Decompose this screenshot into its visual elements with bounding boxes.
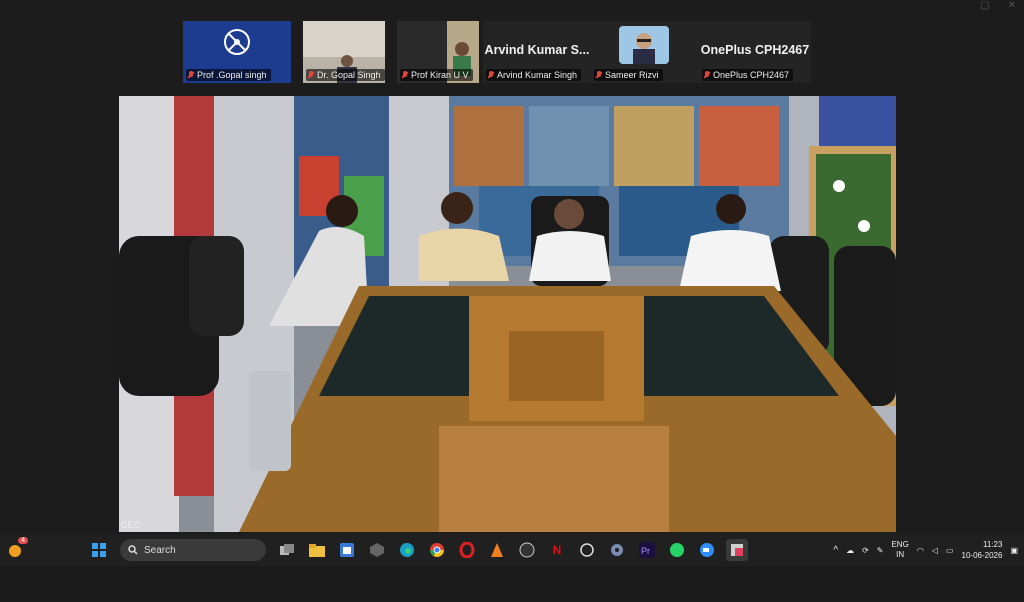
participant-name-label: Prof Kiran U V <box>400 69 473 81</box>
obs-icon[interactable] <box>516 539 538 561</box>
mic-muted-icon <box>188 71 194 79</box>
date-label: 10-06-2026 <box>961 551 1003 560</box>
participant-display-name: Arvind Kumar S... <box>484 43 590 57</box>
language-indicator[interactable]: ENG IN <box>891 540 908 560</box>
participant-name-label: Prof .Gopal singh <box>186 69 271 81</box>
system-tray: ^ ☁ ⟳ ✎ ENG IN ◠ ◁ ▭ 11:23 10-06-2026 ▣ <box>833 534 1018 566</box>
participant-name-label: OnePlus CPH2467 <box>702 69 794 81</box>
cloud-icon[interactable]: ☁ <box>846 546 854 555</box>
battery-icon[interactable]: ▭ <box>946 546 954 555</box>
chatgpt-icon[interactable] <box>576 539 598 561</box>
mic-muted-icon <box>308 71 314 79</box>
snipping-tool-icon[interactable] <box>726 539 748 561</box>
settings-icon[interactable] <box>606 539 628 561</box>
video-watermark: CEC <box>121 520 141 530</box>
taskbar: 4 Search N Pr ^ ☁ ⟳ ✎ ENG IN ◠ ◁ ▭ 11:23… <box>0 534 1024 566</box>
edge-icon[interactable] <box>396 539 418 561</box>
netflix-icon[interactable]: N <box>546 539 568 561</box>
participant-tile[interactable]: Arvind Kumar S... Arvind Kumar Singh <box>483 21 591 83</box>
start-icon[interactable] <box>88 539 110 561</box>
participant-tile[interactable]: Dr. Gopal Singh <box>303 21 385 83</box>
mic-muted-icon <box>488 71 494 79</box>
mic-muted-icon <box>704 71 710 79</box>
participant-name-label: Sameer Rizvi <box>594 69 663 81</box>
clock[interactable]: 11:23 10-06-2026 <box>962 539 1003 561</box>
participant-tile[interactable]: OnePlus CPH2467 OnePlus CPH2467 <box>699 21 811 83</box>
restore-icon[interactable]: ▢ <box>980 0 989 11</box>
participant-name-label: Arvind Kumar Singh <box>486 69 582 81</box>
vlc-icon[interactable] <box>486 539 508 561</box>
bottom-area <box>0 566 1024 602</box>
participant-tile[interactable]: Prof Kiran U V <box>397 21 479 83</box>
participant-tile[interactable]: Prof .Gopal singh <box>183 21 291 83</box>
file-explorer-icon[interactable] <box>306 539 328 561</box>
search-box[interactable]: Search <box>120 539 266 561</box>
zoom-icon[interactable] <box>696 539 718 561</box>
search-placeholder: Search <box>144 544 176 556</box>
participant-tile[interactable]: Sameer Rizvi <box>591 21 699 83</box>
task-view-icon[interactable] <box>276 539 298 561</box>
window-controls: ▢ ✕ <box>980 0 1016 11</box>
search-icon <box>128 545 138 555</box>
close-icon[interactable]: ✕ <box>1008 0 1016 11</box>
premiere-icon[interactable]: Pr <box>636 539 658 561</box>
notification-badge: 4 <box>18 537 28 544</box>
notifications-icon[interactable]: ▣ <box>1010 546 1018 555</box>
chevron-up-icon[interactable]: ^ <box>833 545 838 556</box>
chrome-icon[interactable] <box>426 539 448 561</box>
participant-name-label: Dr. Gopal Singh <box>306 69 385 81</box>
participant-strip: Prof .Gopal singh Dr. Gopal Singh Prof K… <box>183 21 811 83</box>
svg-text:Pr: Pr <box>641 546 650 556</box>
whatsapp-icon[interactable] <box>666 539 688 561</box>
studio-scene <box>119 96 896 532</box>
opera-icon[interactable] <box>456 539 478 561</box>
wifi-icon[interactable]: ◠ <box>917 546 924 555</box>
mic-muted-icon <box>596 71 602 79</box>
weather-widget-icon[interactable]: 4 <box>4 537 28 561</box>
time-label: 11:23 <box>983 540 1003 549</box>
volume-icon[interactable]: ◁ <box>932 546 938 555</box>
mic-muted-icon <box>402 71 408 79</box>
pen-icon[interactable]: ✎ <box>877 546 884 555</box>
main-video-feed[interactable]: CEC <box>119 96 896 532</box>
store-icon[interactable] <box>336 539 358 561</box>
app-icon[interactable] <box>366 539 388 561</box>
sync-icon[interactable]: ⟳ <box>862 546 869 555</box>
participant-display-name: OnePlus CPH2467 <box>700 43 810 57</box>
